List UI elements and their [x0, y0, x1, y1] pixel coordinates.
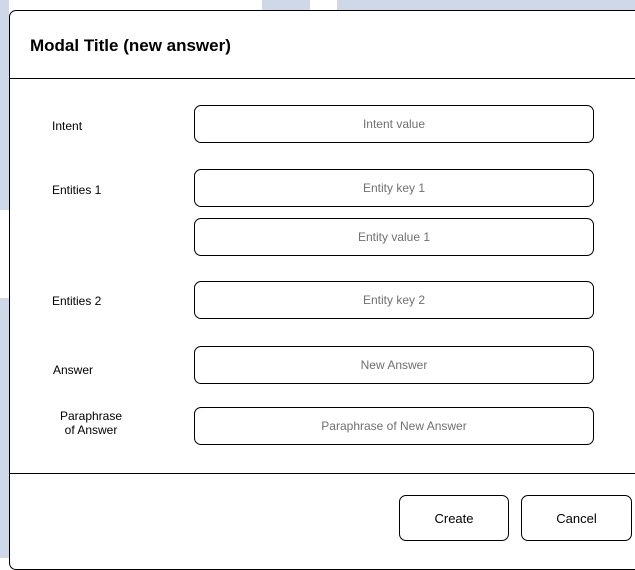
background-panel-top-left: [0, 0, 9, 210]
paraphrase-input[interactable]: [194, 407, 594, 445]
paraphrase-label-line2: of Answer: [64, 423, 118, 437]
entity-key-1-input[interactable]: [194, 169, 594, 207]
answer-label: Answer: [53, 363, 94, 377]
paraphrase-label: Paraphrase of Answer: [50, 409, 132, 437]
entity-key-2-input[interactable]: [194, 281, 594, 319]
entities-2-label: Entities 2: [52, 294, 102, 308]
entities-1-label: Entities 1: [52, 183, 102, 197]
create-button[interactable]: Create: [399, 495, 509, 541]
intent-input[interactable]: [194, 105, 594, 143]
cancel-button[interactable]: Cancel: [521, 495, 632, 541]
intent-label: Intent: [52, 119, 83, 133]
entity-value-1-input[interactable]: [194, 218, 594, 256]
footer-divider: [10, 473, 635, 474]
header-divider: [10, 78, 635, 79]
modal-title: Modal Title (new answer): [30, 36, 231, 55]
paraphrase-label-line1: Paraphrase: [59, 409, 123, 423]
modal-dialog: Modal Title (new answer) Intent Entities…: [9, 10, 635, 570]
new-answer-input[interactable]: [194, 346, 594, 384]
background-panel-bottom-left: [0, 298, 9, 558]
